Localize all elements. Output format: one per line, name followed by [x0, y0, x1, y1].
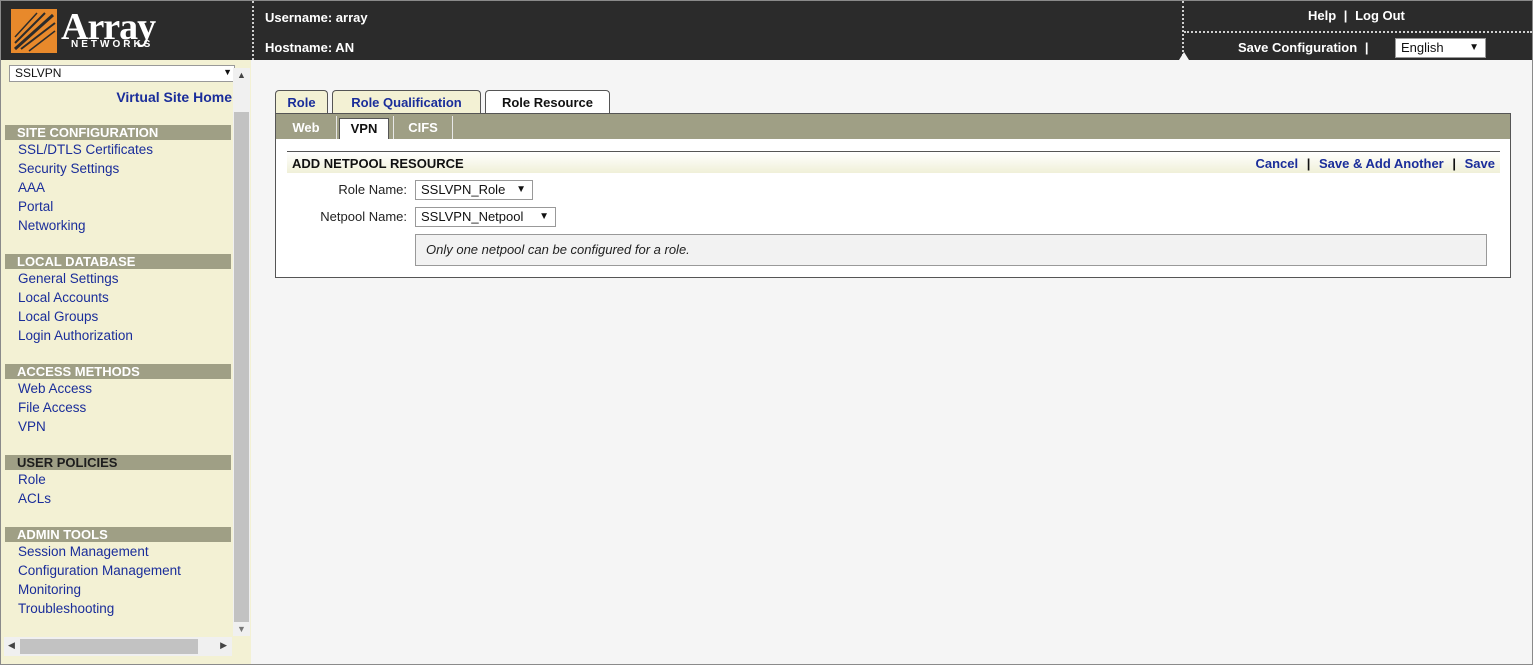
form-header: ADD NETPOOL RESOURCE Cancel | Save & Add…	[287, 151, 1500, 173]
sidebar-horizontal-scrollbar[interactable]: ◀ ▶	[4, 637, 232, 656]
save-config-area: Save Configuration |	[1238, 40, 1368, 55]
save-button[interactable]: Save	[1465, 156, 1495, 171]
role-name-select[interactable]: SSLVPN_Role ▼	[415, 180, 533, 200]
sidebar-item-session-management[interactable]: Session Management	[18, 544, 149, 559]
subtab-bar: Web VPN CIFS	[276, 114, 1510, 139]
netpool-name-select[interactable]: SSLVPN_Netpool ▼	[415, 207, 556, 227]
header-notch	[1179, 52, 1189, 60]
sidebar-item-security-settings[interactable]: Security Settings	[18, 161, 119, 176]
action-separator: |	[1452, 156, 1456, 171]
chevron-down-icon: ▼	[223, 67, 232, 77]
sidebar-item-configuration-management[interactable]: Configuration Management	[18, 563, 181, 578]
sidebar-item-local-groups[interactable]: Local Groups	[18, 309, 98, 324]
sidebar: SSLVPN ▼ Virtual Site Home SITE CONFIGUR…	[1, 60, 251, 664]
sidebar-item-general-settings[interactable]: General Settings	[18, 271, 119, 286]
sidebar-vertical-scrollbar[interactable]: ▲ ▼	[233, 68, 250, 636]
save-separator: |	[1364, 40, 1369, 55]
role-name-value: SSLVPN_Role	[421, 182, 506, 197]
action-separator: |	[1306, 156, 1311, 171]
sidebar-item-monitoring[interactable]: Monitoring	[18, 582, 81, 597]
logo-subtitle: NETWORKS	[71, 39, 154, 50]
section-local-database: LOCAL DATABASE	[5, 254, 231, 269]
form-title: ADD NETPOOL RESOURCE	[292, 156, 464, 171]
scroll-down-icon[interactable]: ▼	[237, 624, 246, 634]
scrollbar-thumb[interactable]	[20, 639, 198, 654]
role-name-label: Role Name:	[338, 182, 407, 197]
section-user-policies: USER POLICIES	[5, 455, 231, 470]
scroll-left-icon[interactable]: ◀	[8, 640, 15, 651]
cancel-button[interactable]: Cancel	[1255, 156, 1298, 171]
sidebar-item-troubleshooting[interactable]: Troubleshooting	[18, 601, 114, 616]
save-and-add-another-button[interactable]: Save & Add Another	[1319, 156, 1444, 171]
help-link[interactable]: Help	[1308, 8, 1336, 23]
netpool-note: Only one netpool can be configured for a…	[415, 234, 1487, 266]
scroll-up-icon[interactable]: ▲	[237, 70, 246, 80]
header-hline	[1184, 31, 1532, 33]
subtab-cifs[interactable]: CIFS	[393, 116, 453, 139]
sidebar-item-portal[interactable]: Portal	[18, 199, 53, 214]
language-select[interactable]: English ▼	[1395, 38, 1486, 58]
sidebar-item-web-access[interactable]: Web Access	[18, 381, 92, 396]
netpool-name-label: Netpool Name:	[320, 209, 407, 224]
sidebar-item-file-access[interactable]: File Access	[18, 400, 86, 415]
virtual-site-select[interactable]: SSLVPN ▼	[9, 65, 235, 82]
logout-link[interactable]: Log Out	[1355, 8, 1405, 23]
tab-role-resource[interactable]: Role Resource	[485, 90, 610, 115]
chevron-down-icon: ▼	[516, 184, 526, 195]
sidebar-item-role[interactable]: Role	[18, 472, 46, 487]
tab-role-qualification[interactable]: Role Qualification	[332, 90, 481, 114]
username-label: Username: array	[265, 10, 368, 25]
links-separator: |	[1343, 8, 1348, 23]
sidebar-item-vpn[interactable]: VPN	[18, 419, 46, 434]
sidebar-item-ssl-dtls-certificates[interactable]: SSL/DTLS Certificates	[18, 142, 153, 157]
chevron-down-icon: ▼	[539, 211, 549, 222]
chevron-down-icon: ▼	[1469, 42, 1479, 53]
header-divider	[252, 1, 254, 60]
sidebar-item-aaa[interactable]: AAA	[18, 180, 45, 195]
virtual-site-home-link[interactable]: Virtual Site Home	[116, 89, 232, 105]
header-links: Help | Log Out	[1308, 8, 1405, 23]
logo-mark-icon	[11, 9, 57, 53]
sidebar-item-local-accounts[interactable]: Local Accounts	[18, 290, 109, 305]
virtual-site-value: SSLVPN	[15, 66, 62, 80]
sidebar-item-acls[interactable]: ACLs	[18, 491, 51, 506]
scroll-right-icon[interactable]: ▶	[220, 640, 227, 651]
main-panel: Web VPN CIFS ADD NETPOOL RESOURCE Cancel…	[275, 113, 1511, 278]
sidebar-item-login-authorization[interactable]: Login Authorization	[18, 328, 133, 343]
subtab-vpn[interactable]: VPN	[339, 118, 389, 139]
array-networks-logo[interactable]: Array NETWORKS	[11, 6, 191, 55]
tab-role[interactable]: Role	[275, 90, 328, 114]
save-configuration-link[interactable]: Save Configuration	[1238, 40, 1357, 55]
section-admin-tools: ADMIN TOOLS	[5, 527, 231, 542]
sidebar-item-networking[interactable]: Networking	[18, 218, 86, 233]
top-header: Array NETWORKS Username: array Hostname:…	[1, 1, 1532, 60]
language-value: English	[1401, 40, 1444, 55]
subtab-web[interactable]: Web	[276, 116, 337, 139]
section-site-configuration: SITE CONFIGURATION	[5, 125, 231, 140]
netpool-name-value: SSLVPN_Netpool	[421, 209, 524, 224]
scrollbar-thumb[interactable]	[234, 112, 249, 622]
form-actions: Cancel | Save & Add Another | Save	[1255, 156, 1495, 171]
section-access-methods: ACCESS METHODS	[5, 364, 231, 379]
hostname-label: Hostname: AN	[265, 40, 355, 55]
